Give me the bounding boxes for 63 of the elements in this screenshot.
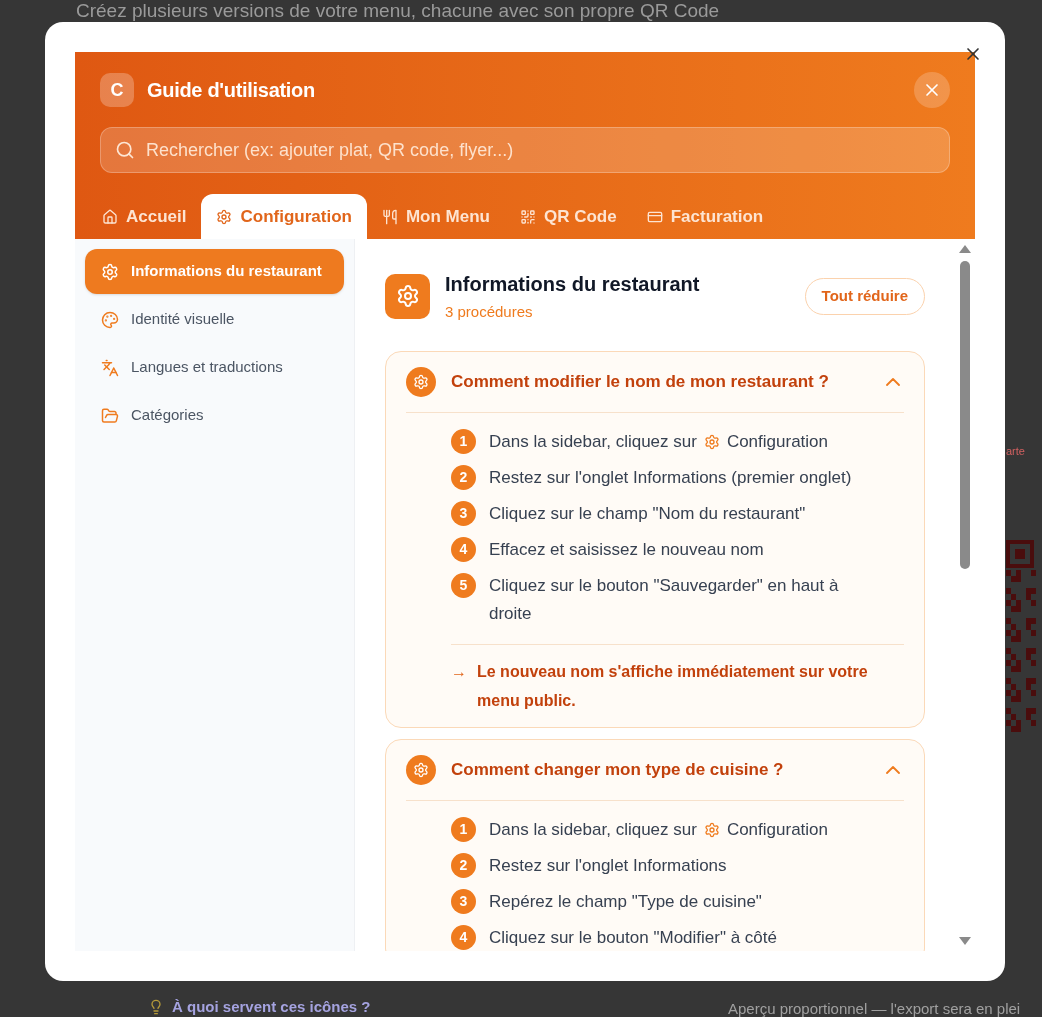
step-text: Repérez le champ "Type de cuisine": [489, 890, 763, 913]
sidebar-item[interactable]: Identité visuelle: [85, 297, 344, 342]
tab[interactable]: Facturation: [631, 194, 779, 239]
background-label: arte: [1006, 444, 1025, 459]
step-number: 1: [451, 428, 476, 454]
folder-icon: [101, 406, 119, 425]
procedure-question: Comment modifier le nom de mon restaurant ?: [451, 370, 830, 393]
step-number: 4: [451, 924, 476, 950]
scrollbar-thumb[interactable]: [960, 261, 970, 569]
search-icon: [115, 140, 135, 160]
home-icon: [102, 208, 118, 225]
translate-icon: [101, 358, 119, 377]
procedure-question: Comment changer mon type de cuisine ?: [451, 758, 785, 781]
procedure-header[interactable]: Comment modifier le nom de mon restaurant ?: [406, 351, 904, 412]
gear-badge: [406, 366, 436, 397]
step-target: Configuration: [726, 818, 828, 841]
page-heading: Créez plusieurs versions de votre menu, chacune avec son propre QR Code: [76, 1, 720, 21]
step-number: 5: [451, 572, 476, 598]
gear-icon: [703, 821, 720, 838]
qr-code-icon: [519, 208, 536, 225]
step-number: 1: [451, 816, 476, 842]
section-title: Informations du restaurant: [445, 272, 700, 297]
gear-icon: [395, 284, 420, 309]
chevron-up-icon: [886, 377, 900, 386]
procedure-header[interactable]: Comment changer mon type de cuisine ?: [406, 739, 904, 800]
gear-icon: [703, 433, 720, 450]
step-number: 3: [451, 888, 476, 914]
gear-badge: [406, 754, 436, 785]
gear-icon: [216, 208, 233, 225]
step-number: 4: [451, 536, 476, 562]
logo: C: [100, 73, 134, 107]
tab[interactable]: Configuration: [201, 194, 367, 239]
chevron-up-icon: [886, 765, 900, 774]
arrow-glyph: →: [451, 661, 467, 682]
preview-note: Aperçu proportionnel — l'export sera en plei: [728, 999, 1021, 1017]
step-text: Cliquez sur le bouton "Modifier" à côté: [489, 926, 778, 949]
scroll-up-icon: [959, 245, 971, 253]
step-number: 2: [451, 464, 476, 490]
utensils-icon: [381, 208, 398, 225]
step-text: Cliquez sur le bouton "Sauvegarder" en haut à droite: [489, 574, 840, 625]
procedure-count: 3 procédures: [445, 302, 534, 322]
procedure-result: Le nouveau nom s'affiche immédiatement sur votre menu public.: [477, 661, 869, 711]
help-link[interactable]: À quoi servent ces icônes ?: [172, 996, 371, 1017]
tab[interactable]: Mon Menu: [366, 194, 505, 239]
tab[interactable]: Accueil: [87, 194, 202, 239]
gear-icon: [101, 262, 119, 281]
tab[interactable]: QR Code: [504, 194, 632, 239]
sidebar-item[interactable]: Langues et traductions: [85, 345, 344, 390]
step-target: Configuration: [726, 430, 828, 453]
sidebar-item[interactable]: Informations du restaurant: [85, 249, 344, 294]
scroll-down-icon: [959, 937, 971, 945]
step-text: Restez sur l'onglet Informations (premier onglet): [489, 466, 853, 489]
step-number: 2: [451, 852, 476, 878]
guide-title: Guide d'utilisation: [147, 78, 315, 103]
step-text: Restez sur l'onglet Informations: [489, 854, 728, 877]
step-text: Dans la sidebar, cliquez sur: [489, 818, 697, 841]
step-text: Cliquez sur le champ "Nom du restaurant": [489, 502, 807, 525]
step-number: 3: [451, 500, 476, 526]
lightbulb-icon: [148, 999, 164, 1016]
sidebar-item[interactable]: Catégories: [85, 393, 344, 438]
step-text: Effacez et saisissez le nouveau nom: [489, 538, 765, 561]
step-text: Dans la sidebar, cliquez sur: [489, 430, 697, 453]
palette-icon: [101, 310, 119, 329]
